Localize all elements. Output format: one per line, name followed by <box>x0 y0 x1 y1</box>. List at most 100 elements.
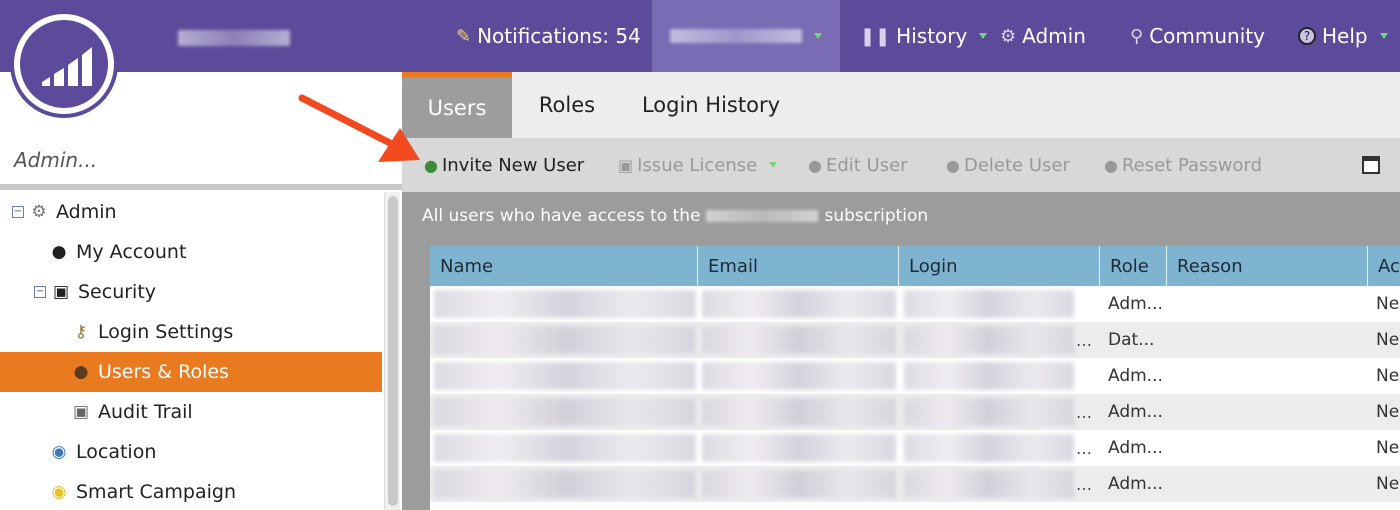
table-row[interactable]: Adm... Ne <box>430 358 1400 394</box>
tree-item-smart-campaign[interactable]: ◉ Smart Campaign <box>0 472 382 510</box>
delete-user-icon: ● <box>946 155 960 175</box>
notifications-menu[interactable]: ✎ Notifications: 54 <box>456 0 641 72</box>
subscription-name-redacted <box>706 210 819 222</box>
collapse-toggle-icon[interactable]: − <box>34 286 46 298</box>
chevron-down-icon <box>814 33 822 39</box>
name-cell-redacted <box>434 326 696 354</box>
gear-icon: ⚙ <box>31 202 47 222</box>
admin-menu[interactable]: ⚙ Admin <box>1000 0 1086 72</box>
chevron-down-icon <box>979 33 988 39</box>
chevron-down-icon <box>1379 33 1388 39</box>
tree-item-label: Location <box>76 441 157 463</box>
notifications-label: Notifications: 54 <box>477 24 641 48</box>
access-cell: Ne <box>1376 402 1400 422</box>
notepad-icon: ✎ <box>456 25 472 47</box>
column-header-name[interactable]: Name <box>430 246 698 286</box>
users-grid: Name Email Login Role Reason Ac Adm... N… <box>430 246 1400 510</box>
tree-item-admin[interactable]: − ⚙ Admin <box>0 192 382 232</box>
footprints-icon: ❚❚ <box>860 25 891 47</box>
name-cell-redacted <box>434 434 696 462</box>
bar-chart-logo-icon <box>42 47 92 86</box>
table-row[interactable]: Adm... Ne <box>430 286 1400 322</box>
column-header-access[interactable]: Ac <box>1368 246 1400 286</box>
tree-item-my-account[interactable]: ● My Account <box>0 232 382 272</box>
add-user-icon: ● <box>424 155 438 175</box>
tree-item-users-roles[interactable]: ● Users & Roles <box>0 352 382 392</box>
community-icon: ⚲ <box>1130 25 1144 47</box>
email-cell-redacted <box>702 326 896 354</box>
person-icon: ● <box>51 242 67 262</box>
top-navigation-bar: ✎ Notifications: 54 ❚❚ History ⚙ Admin ⚲… <box>0 0 1400 72</box>
tree-item-label: Audit Trail <box>98 401 193 423</box>
community-menu[interactable]: ⚲ Community <box>1130 0 1265 72</box>
login-cell-redacted <box>904 434 1074 462</box>
edit-user-button[interactable]: ● Edit User <box>808 138 908 192</box>
users-panel: All users who have access to the subscri… <box>402 192 1400 510</box>
tab-bar: Users Roles Login History <box>402 72 1400 138</box>
login-cell-redacted <box>904 290 1074 318</box>
tree-item-security[interactable]: − ▣ Security <box>0 272 382 312</box>
camera-icon: ▣ <box>72 402 90 422</box>
license-icon: ▣ <box>618 155 634 175</box>
reset-password-button[interactable]: ● Reset Password <box>1104 138 1262 192</box>
access-cell: Ne <box>1376 366 1400 386</box>
history-menu[interactable]: ❚❚ History <box>860 0 988 72</box>
scrollbar-thumb[interactable] <box>388 196 398 506</box>
marketo-logo[interactable] <box>14 14 114 114</box>
login-cell-redacted <box>904 398 1074 426</box>
tree-item-login-settings[interactable]: ⚷ Login Settings <box>0 312 382 352</box>
table-row[interactable]: … Dat... Ne <box>430 322 1400 358</box>
column-header-role[interactable]: Role <box>1100 246 1167 286</box>
help-label: Help <box>1322 24 1368 48</box>
name-cell-redacted <box>434 290 696 318</box>
table-row[interactable]: … Adm... Ne <box>430 430 1400 466</box>
email-cell-redacted <box>702 434 896 462</box>
lightbulb-icon: ◉ <box>51 482 67 502</box>
access-cell: Ne <box>1376 474 1400 494</box>
email-cell-redacted <box>702 290 896 318</box>
tree-item-label: Admin <box>56 201 117 223</box>
role-cell: Adm... <box>1108 294 1163 314</box>
truncated-ellipsis: … <box>1076 438 1092 458</box>
access-cell: Ne <box>1376 438 1400 458</box>
issue-license-label: Issue License <box>637 154 758 176</box>
column-header-email[interactable]: Email <box>698 246 899 286</box>
tree-item-label: Security <box>78 281 157 303</box>
tree-item-audit-trail[interactable]: ▣ Audit Trail <box>0 392 382 432</box>
table-row[interactable]: … Adm... Ne <box>430 394 1400 430</box>
tree-item-label: Users & Roles <box>98 361 229 383</box>
tree-item-label: My Account <box>76 241 187 263</box>
tab-label: Users <box>427 95 487 120</box>
edit-user-icon: ● <box>808 155 822 175</box>
users-icon: ● <box>73 362 89 382</box>
tab-login-history[interactable]: Login History <box>630 72 792 138</box>
collapse-toggle-icon[interactable]: − <box>12 206 24 218</box>
delete-user-button[interactable]: ● Delete User <box>946 138 1070 192</box>
sidebar-scrollbar[interactable] <box>384 192 400 510</box>
user-menu[interactable] <box>652 0 840 72</box>
help-icon: ? <box>1298 27 1316 45</box>
community-label: Community <box>1149 24 1265 48</box>
user-toolbar: ● Invite New User ▣ Issue License ● Edit… <box>402 138 1400 192</box>
email-cell-redacted <box>702 470 896 498</box>
user-name-redacted <box>670 29 802 43</box>
window-icon[interactable] <box>1362 156 1380 174</box>
issue-license-button[interactable]: ▣ Issue License <box>618 138 778 192</box>
admin-label: Admin <box>1022 24 1086 48</box>
role-cell: Adm... <box>1108 366 1163 386</box>
column-header-reason[interactable]: Reason <box>1167 246 1368 286</box>
login-cell-redacted <box>904 326 1074 354</box>
tab-roles[interactable]: Roles <box>512 72 622 138</box>
table-row[interactable]: … Adm... Ne <box>430 466 1400 502</box>
tree-item-location[interactable]: ◉ Location <box>0 432 382 472</box>
reset-password-icon: ● <box>1104 155 1118 175</box>
help-menu[interactable]: ? Help <box>1298 0 1388 72</box>
invite-new-user-button[interactable]: ● Invite New User <box>424 138 584 192</box>
sidebar-search-placeholder: Admin... <box>14 148 98 172</box>
column-header-login[interactable]: Login <box>899 246 1100 286</box>
users-caption: All users who have access to the subscri… <box>422 206 928 226</box>
reset-password-label: Reset Password <box>1121 154 1263 176</box>
truncated-ellipsis: … <box>1076 474 1092 494</box>
globe-icon: ◉ <box>51 442 67 462</box>
access-cell: Ne <box>1376 294 1400 314</box>
